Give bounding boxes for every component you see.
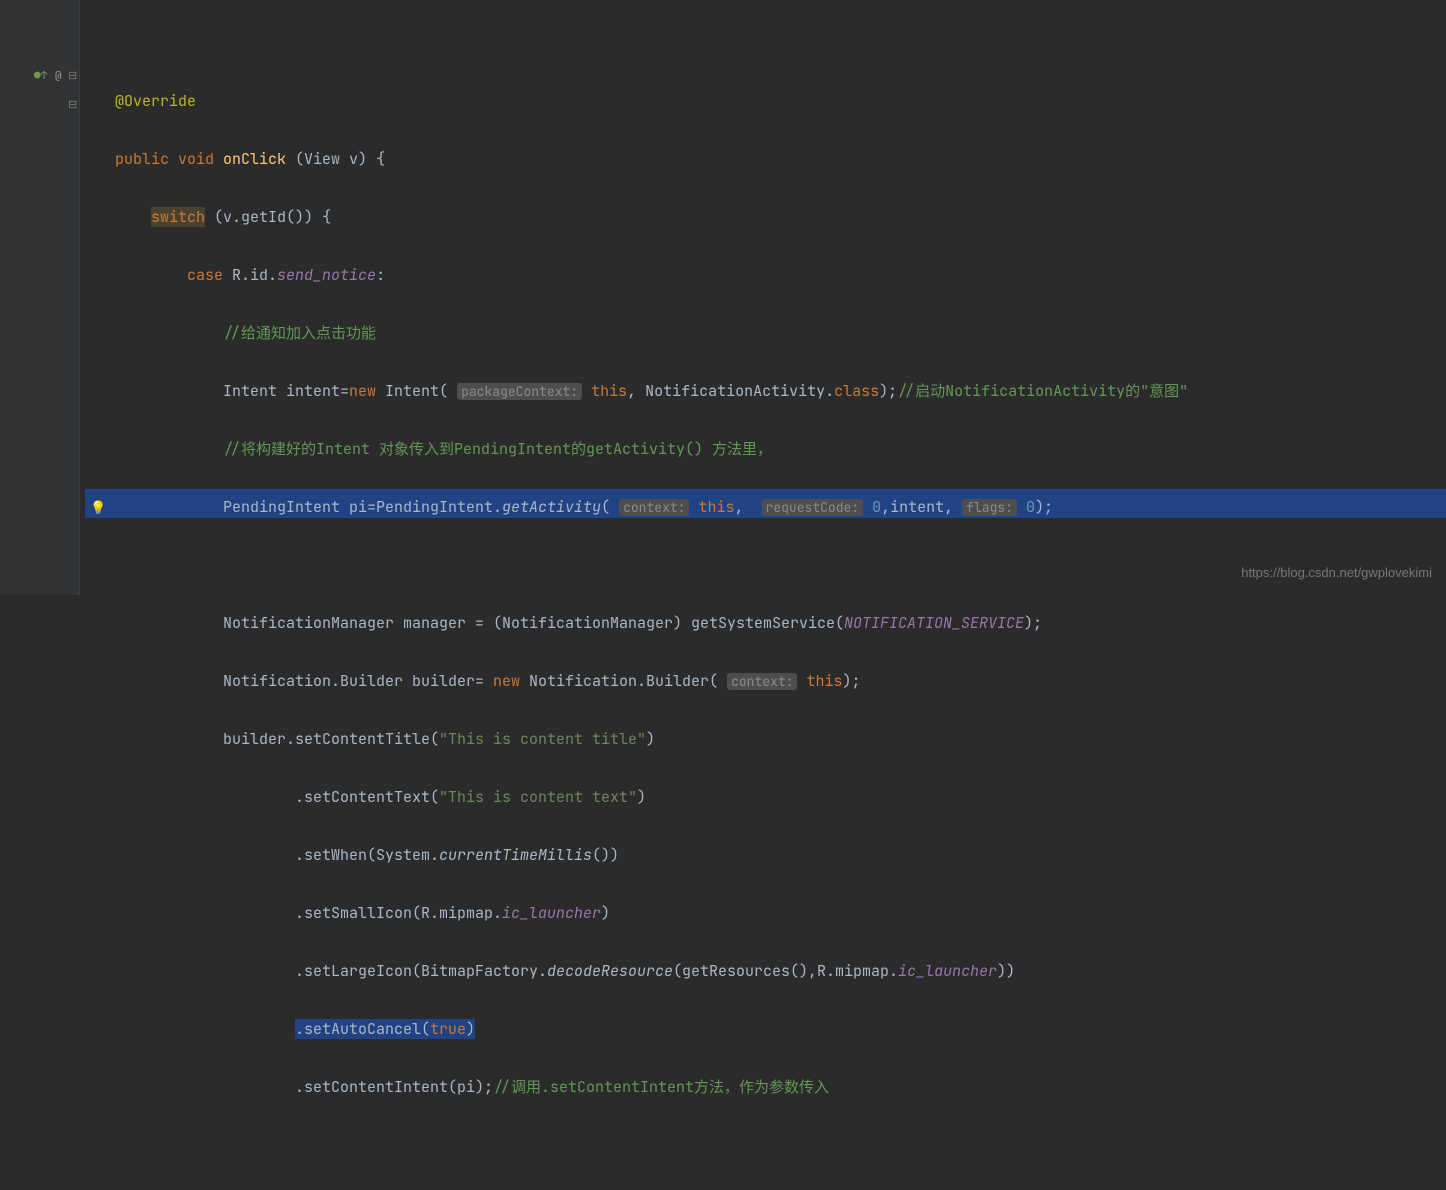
code-line: //给通知加入点击功能 <box>85 319 1446 348</box>
code-line: //将构建好的Intent 对象传入到PendingIntent的getActi… <box>85 435 1446 464</box>
watermark-text: https://blog.csdn.net/gwplovekimi <box>1241 558 1432 587</box>
code-line: .setSmallIcon(R.mipmap.ic_launcher) <box>85 899 1446 928</box>
intention-bulb-icon[interactable]: 💡 <box>90 493 106 522</box>
code-line: PendingIntent pi=PendingIntent.getActivi… <box>85 493 1446 522</box>
code-line <box>85 1131 1446 1160</box>
code-line: builder.setContentTitle("This is content… <box>85 725 1446 754</box>
param-hint: requestCode: <box>762 499 864 516</box>
param-hint: packageContext: <box>457 383 582 400</box>
fold-marker-icon[interactable]: ⊟ <box>68 62 77 91</box>
code-line: switch (v.getId()) { <box>85 203 1446 232</box>
code-line: .setContentText("This is content text") <box>85 783 1446 812</box>
code-line: .setWhen(System.currentTimeMillis()) <box>85 841 1446 870</box>
editor-gutter[interactable]: ●↑ @ ⊟ ⊟ <box>0 0 80 595</box>
code-line: .setLargeIcon(BitmapFactory.decodeResour… <box>85 957 1446 986</box>
code-editor[interactable]: @Override public void onClick (View v) {… <box>85 0 1446 595</box>
code-line: .setContentIntent(pi);//调用.setContentInt… <box>85 1073 1446 1102</box>
code-line: case R.id.send_notice: <box>85 261 1446 290</box>
param-hint: flags: <box>962 499 1017 516</box>
param-hint: context: <box>727 673 797 690</box>
code-line: NotificationManager manager = (Notificat… <box>85 609 1446 638</box>
code-line: Notification.Builder builder= new Notifi… <box>85 667 1446 696</box>
override-annotation-icon[interactable]: @ <box>55 62 62 91</box>
code-line: Intent intent=new Intent( packageContext… <box>85 377 1446 406</box>
param-hint: context: <box>619 499 689 516</box>
code-line: @Override <box>85 87 1446 116</box>
code-line: //如果需要发送属于某个自定义渠道的通知，你需要在发送通知前创建自定义通知渠道 <box>85 1189 1446 1190</box>
code-line <box>85 29 1446 58</box>
code-line: .setAutoCancel(true) <box>85 1015 1446 1044</box>
fold-marker-icon[interactable]: ⊟ <box>68 91 77 120</box>
vcs-change-icon: ●↑ <box>34 62 47 91</box>
code-line: public void onClick (View v) { <box>85 145 1446 174</box>
